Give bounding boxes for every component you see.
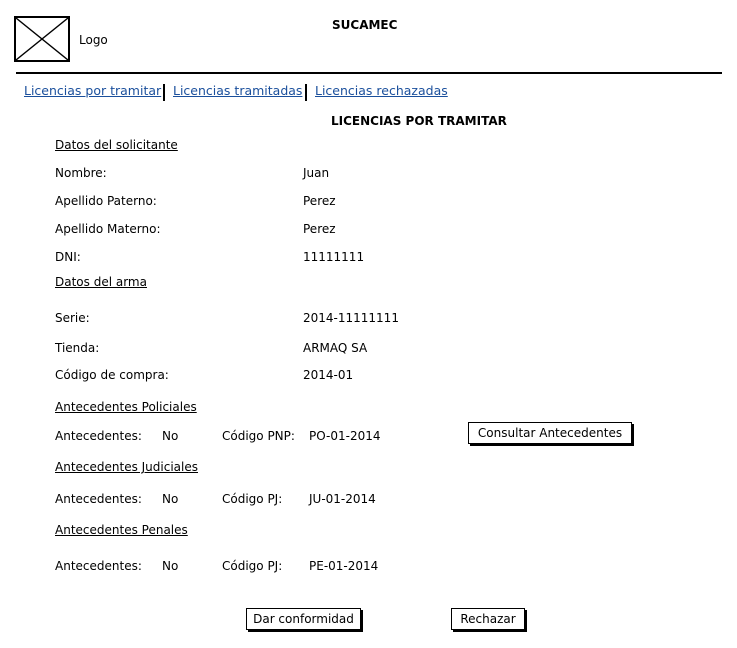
nav-separator [163,84,165,101]
judiciales-antecedentes-label: Antecedentes: [55,492,142,506]
logo-image [14,16,70,62]
policiales-antecedentes-value: No [162,429,179,443]
consultar-antecedentes-button[interactable]: Consultar Antecedentes [468,422,632,444]
tab-licencias-por-tramitar[interactable]: Licencias por tramitar [24,83,161,98]
codigo-compra-label: Código de compra: [55,368,169,382]
nav-separator [305,84,307,101]
nombre-label: Nombre: [55,166,107,180]
section-title-arma: Datos del arma [55,275,147,289]
serie-label: Serie: [55,311,90,325]
rechazar-button[interactable]: Rechazar [451,608,525,630]
tab-licencias-tramitadas[interactable]: Licencias tramitadas [173,83,302,98]
policiales-antecedentes-label: Antecedentes: [55,429,142,443]
image-placeholder-icon [16,18,68,60]
codigo-pj-penal-value: PE-01-2014 [309,559,379,573]
apellido-materno-value: Perez [303,222,336,236]
codigo-pnp-value: PO-01-2014 [309,429,381,443]
section-title-judiciales: Antecedentes Judiciales [55,460,198,474]
judiciales-antecedentes-value: No [162,492,179,506]
section-title-policiales: Antecedentes Policiales [55,400,197,414]
serie-value: 2014-11111111 [303,311,399,325]
nombre-value: Juan [303,166,330,180]
header-divider [16,72,722,74]
tienda-value: ARMAQ SA [303,341,368,355]
section-title-solicitante: Datos del solicitante [55,138,178,152]
app-title: SUCAMEC [332,18,398,32]
codigo-pj-judicial-label: Código PJ: [222,492,283,506]
codigo-pj-judicial-value: JU-01-2014 [309,492,376,506]
page-title: LICENCIAS POR TRAMITAR [331,114,507,128]
penales-antecedentes-value: No [162,559,179,573]
codigo-compra-value: 2014-01 [303,368,354,382]
apellido-materno-label: Apellido Materno: [55,222,161,236]
logo-label: Logo [79,33,108,47]
dni-value: 11111111 [303,250,365,264]
apellido-paterno-label: Apellido Paterno: [55,194,157,208]
codigo-pnp-label: Código PNP: [222,429,295,443]
dar-conformidad-button[interactable]: Dar conformidad [246,608,361,630]
tienda-label: Tienda: [55,341,100,355]
penales-antecedentes-label: Antecedentes: [55,559,142,573]
apellido-paterno-value: Perez [303,194,336,208]
tab-licencias-rechazadas[interactable]: Licencias rechazadas [315,83,448,98]
codigo-pj-penal-label: Código PJ: [222,559,283,573]
dni-label: DNI: [55,250,81,264]
section-title-penales: Antecedentes Penales [55,523,188,537]
